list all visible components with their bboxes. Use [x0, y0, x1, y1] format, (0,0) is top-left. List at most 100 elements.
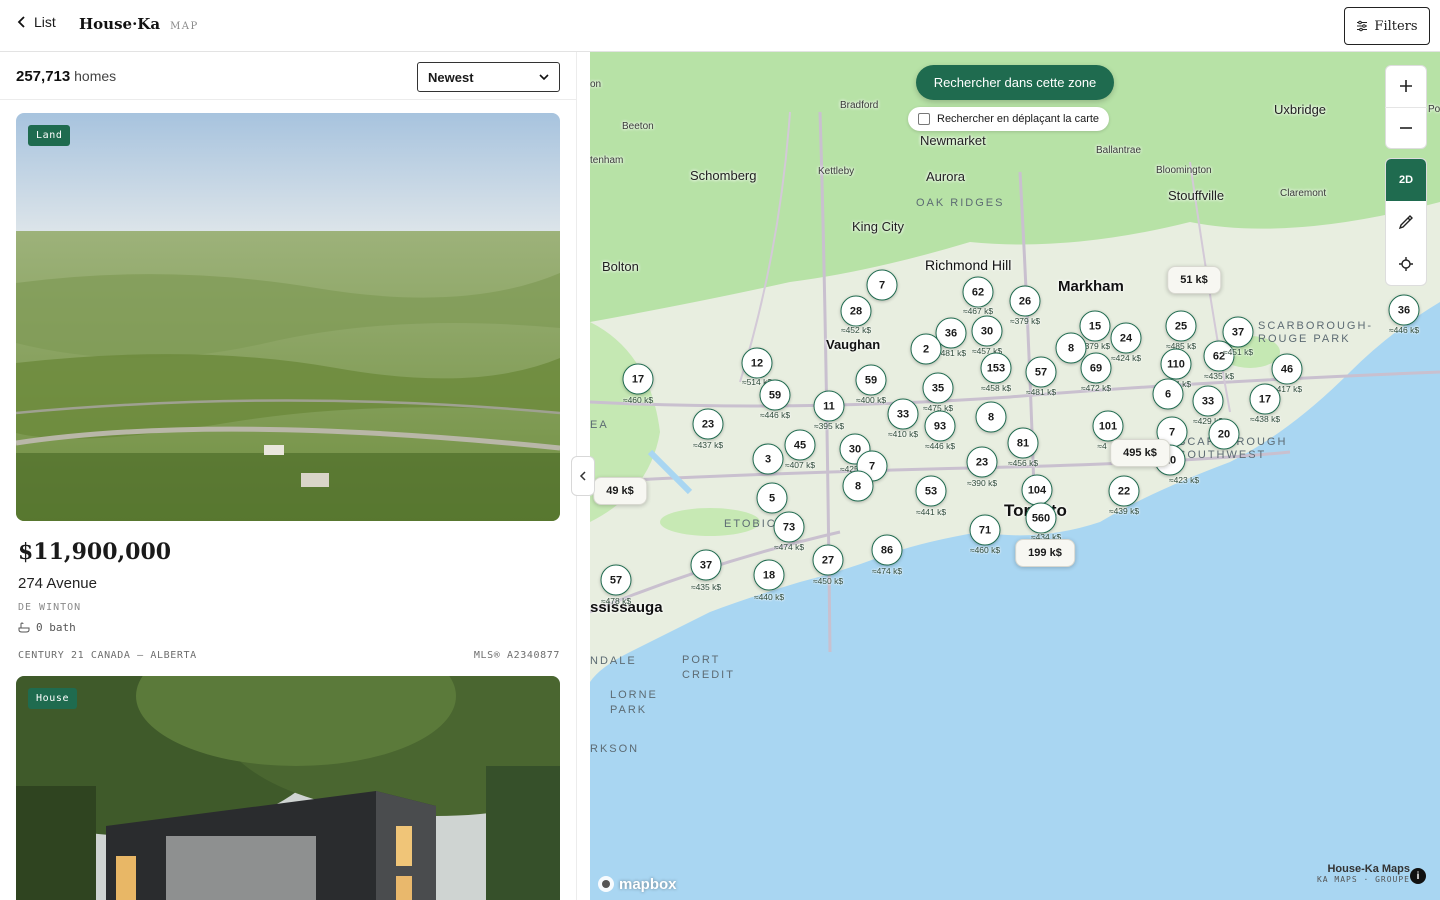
cluster-marker[interactable]: 57	[600, 564, 632, 596]
cluster-marker[interactable]: 17	[622, 363, 654, 395]
place-label: King City	[852, 219, 905, 234]
attribution-main: House-Ka Maps	[1327, 863, 1410, 875]
place-label: EA	[590, 419, 609, 431]
cluster-marker[interactable]: 45	[784, 429, 816, 461]
cluster-marker[interactable]: 59	[855, 364, 887, 396]
place-label: Bradford	[840, 100, 879, 111]
cluster-marker[interactable]: 104	[1021, 474, 1053, 506]
cluster-marker[interactable]: 3	[752, 443, 784, 475]
cluster-marker[interactable]: 69	[1080, 352, 1112, 384]
cluster-price: ≈439 k$	[1108, 506, 1140, 516]
cluster-marker[interactable]: 11	[813, 390, 845, 422]
price-tag-marker[interactable]: 495 k$	[1110, 439, 1170, 467]
cluster-marker[interactable]: 62	[962, 276, 994, 308]
cluster-marker[interactable]: 73	[773, 511, 805, 543]
cluster-marker[interactable]: 12	[741, 347, 773, 379]
listing-price: $11,900,000	[18, 539, 172, 565]
place-label: Ballantrae	[1096, 145, 1142, 156]
crosshair-icon	[1399, 257, 1413, 271]
draw-area-button[interactable]	[1386, 201, 1426, 243]
cluster-marker[interactable]: 36	[1388, 294, 1420, 326]
cluster-marker[interactable]: 30	[971, 315, 1003, 347]
chevron-left-icon	[579, 471, 586, 481]
cluster-marker[interactable]: 560	[1025, 502, 1057, 534]
cluster-marker[interactable]: 110	[1160, 348, 1192, 380]
cluster-marker[interactable]: 24	[1110, 322, 1142, 354]
cluster-marker[interactable]: 8	[842, 470, 874, 502]
cluster-price: ≈4	[1097, 441, 1107, 451]
price-tag-marker[interactable]: 199 k$	[1015, 539, 1075, 567]
cluster-marker[interactable]: 7	[866, 269, 898, 301]
cluster-marker[interactable]: 17	[1249, 383, 1281, 415]
search-on-move-checkbox[interactable]	[918, 113, 930, 125]
locate-me-button[interactable]	[1386, 243, 1426, 285]
cluster-marker[interactable]: 35	[922, 372, 954, 404]
cluster-marker[interactable]: 18	[753, 559, 785, 591]
cluster-marker[interactable]: 71	[969, 514, 1001, 546]
cluster-marker[interactable]: 23	[692, 408, 724, 440]
property-type-badge: House	[28, 688, 78, 709]
cluster-marker[interactable]: 53	[915, 475, 947, 507]
cluster-price: ≈424 k$	[1110, 353, 1142, 363]
cluster-price: ≈423 k$	[1168, 475, 1200, 485]
listing-baths: 0 bath	[18, 621, 560, 634]
cluster-marker[interactable]: 8	[975, 401, 1007, 433]
cluster-marker[interactable]: 153	[980, 352, 1012, 384]
zoom-in-button[interactable]	[1385, 66, 1427, 107]
place-label: Stouffville	[1168, 188, 1225, 203]
cluster-marker[interactable]: 27	[812, 544, 844, 576]
cluster-marker[interactable]: 86	[871, 534, 903, 566]
back-to-list-button[interactable]: List	[16, 14, 56, 30]
house-photo-image	[16, 676, 560, 900]
filters-button[interactable]: Filters	[1344, 7, 1430, 45]
place-label: Claremont	[1280, 188, 1327, 199]
cluster-marker[interactable]: 101	[1092, 410, 1124, 442]
price-tag-marker[interactable]: 51 k$	[1167, 266, 1221, 294]
listing-broker: CENTURY 21 CANADA — ALBERTA	[18, 650, 197, 661]
place-label: on	[590, 79, 602, 90]
search-this-area-button[interactable]: Rechercher dans cette zone	[916, 65, 1114, 100]
cluster-marker[interactable]: 26	[1009, 285, 1041, 317]
info-icon[interactable]: i	[1410, 868, 1426, 884]
mapbox-logo[interactable]: mapbox	[597, 875, 677, 893]
listing-card[interactable]: House	[16, 676, 560, 900]
place-label: Markham	[1058, 278, 1124, 295]
cluster-marker[interactable]: 37	[690, 549, 722, 581]
collapse-panel-button[interactable]	[571, 456, 595, 496]
listing-card[interactable]: Land $11,900,000 274 Avenue DE WINTON 0 …	[16, 113, 560, 661]
brand-logo[interactable]: House·Ka MAP	[79, 15, 199, 33]
listing-photo[interactable]: Land	[16, 113, 560, 521]
cluster-marker[interactable]: 37	[1222, 316, 1254, 348]
cluster-marker[interactable]: 57	[1025, 356, 1057, 388]
cluster-price: ≈400 k$	[855, 395, 887, 405]
cluster-marker[interactable]: 33	[1192, 385, 1224, 417]
cluster-marker[interactable]: 5	[756, 482, 788, 514]
cluster-marker[interactable]: 25	[1165, 310, 1197, 342]
cluster-price: ≈446 k$	[759, 410, 791, 420]
cluster-price: ≈460 k$	[622, 395, 654, 405]
cluster-marker[interactable]: 20	[1208, 418, 1240, 450]
zoom-out-button[interactable]	[1385, 106, 1427, 148]
map-view[interactable]: Bradford Beeton Newmarket Schomberg Kett…	[590, 52, 1440, 900]
cluster-marker[interactable]: 15	[1079, 310, 1111, 342]
cluster-price: ≈440 k$	[753, 592, 785, 602]
view-2d-toggle[interactable]: 2D	[1386, 159, 1426, 201]
cluster-marker[interactable]: 81	[1007, 427, 1039, 459]
cluster-marker[interactable]: 28	[840, 295, 872, 327]
cluster-marker[interactable]: 33	[887, 398, 919, 430]
cluster-marker[interactable]: 23	[966, 446, 998, 478]
cluster-price: ≈467 k$	[962, 306, 994, 316]
listing-photo[interactable]: House	[16, 676, 560, 900]
place-label: OAK RIDGES	[916, 197, 1005, 209]
cluster-price: ≈456 k$	[1007, 458, 1039, 468]
cluster-marker[interactable]: 22	[1108, 475, 1140, 507]
search-on-move-toggle[interactable]: Rechercher en déplaçant la carte	[908, 107, 1110, 131]
place-label: SCARBOROUGH-ROUGE PARK	[1258, 320, 1374, 345]
sort-select[interactable]: Newest	[417, 62, 560, 92]
cluster-marker[interactable]: 93	[924, 410, 956, 442]
cluster-marker[interactable]: 59	[759, 379, 791, 411]
cluster-marker[interactable]: 6	[1152, 378, 1184, 410]
price-tag-marker[interactable]: 49 k$	[593, 477, 647, 505]
cluster-marker[interactable]: 46	[1271, 353, 1303, 385]
cluster-marker[interactable]: 2	[910, 333, 942, 365]
